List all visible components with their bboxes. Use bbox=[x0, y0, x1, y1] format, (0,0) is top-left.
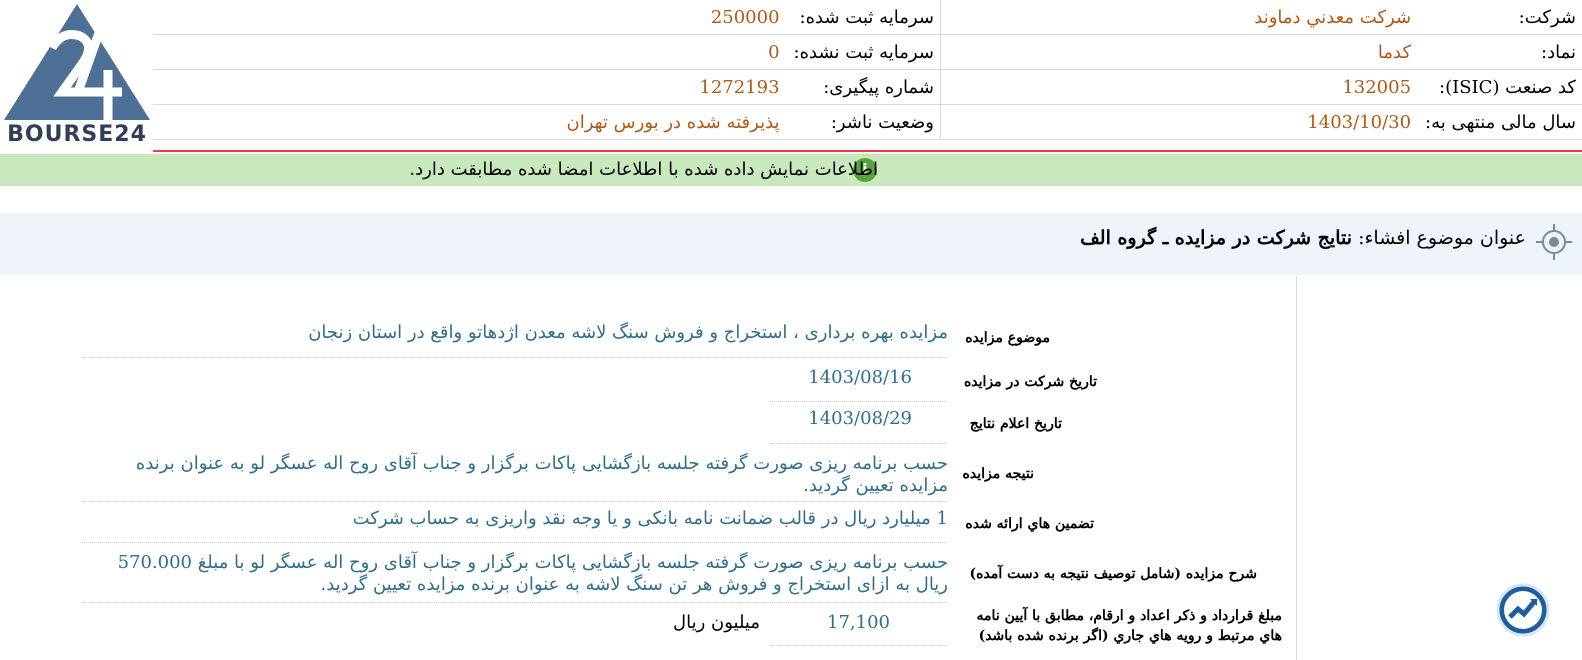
row-divider bbox=[770, 644, 947, 646]
guarantee-label: تضمین هاي ارائه شده bbox=[965, 516, 1094, 532]
company-value: شرکت معدني دماوند bbox=[939, 0, 1420, 35]
row-divider bbox=[82, 356, 947, 358]
isic-label: کد صنعت (ISIC): bbox=[1419, 69, 1582, 105]
logo-triangle-icon bbox=[4, 4, 150, 120]
row-divider bbox=[82, 500, 947, 502]
auction-result-value: حسب برنامه ریزی صورت گرفته جلسه بازگشایی… bbox=[135, 453, 948, 496]
header-divider bbox=[153, 150, 1582, 152]
symbol-value[interactable]: کدما bbox=[939, 34, 1420, 70]
company-label: شرکت: bbox=[1419, 0, 1582, 35]
disclosure-subject: عنوان موضوع افشاء: نتایج شرکت در مزایده … bbox=[1080, 227, 1526, 249]
auction-subject-value: مزایده بهره برداری ، استخراج و فروش سنگ … bbox=[308, 322, 948, 343]
verification-text: اطلاعات نمایش داده شده با اطلاعات امضا ش… bbox=[409, 159, 878, 180]
logo-text: BOURSE24 bbox=[7, 122, 147, 147]
isic-value: 132005 bbox=[939, 69, 1420, 105]
contract-amount-label: مبلغ قرارداد و ذکر اعداد و ارقام، مطابق … bbox=[976, 608, 1282, 644]
row-divider bbox=[82, 541, 947, 543]
row-divider bbox=[770, 400, 947, 402]
row-divider bbox=[82, 601, 947, 603]
verification-notice: i اطلاعات نمایش داده شده با اطلاعات امضا… bbox=[0, 154, 1582, 186]
announce-date-label: تاریخ اعلام نتایج bbox=[969, 416, 1062, 432]
guarantee-value: 1 میلیارد ریال در قالب ضمانت نامه بانکی … bbox=[352, 508, 948, 529]
fiscal-year-value: 1403/10/30 bbox=[939, 104, 1420, 140]
participation-date-value: 1403/08/16 bbox=[808, 367, 912, 388]
publisher-status-label: وضعیت ناشر: bbox=[787, 104, 941, 140]
contract-amount-value: 17,100 bbox=[827, 612, 890, 633]
announce-date-value: 1403/08/29 bbox=[808, 408, 912, 429]
auction-subject-label: موضوع مزایده bbox=[965, 330, 1050, 346]
auction-description-value: حسب برنامه ریزی صورت گرفته جلسه بازگشایی… bbox=[117, 552, 948, 595]
tracking-value: 1272193 bbox=[153, 69, 788, 105]
unregistered-capital-value: 0 bbox=[153, 34, 788, 70]
company-info-table: شرکت: شرکت معدني دماوند سرمایه ثبت شده: … bbox=[153, 0, 1582, 143]
disclosure-subject-label: عنوان موضوع افشاء: bbox=[1358, 227, 1526, 249]
disclosure-subject-bar: عنوان موضوع افشاء: نتایج شرکت در مزایده … bbox=[0, 213, 1582, 275]
capital-value: 250000 bbox=[153, 0, 788, 35]
auction-result-label: نتیجه مزایده bbox=[962, 466, 1034, 482]
target-icon bbox=[1536, 224, 1572, 260]
participation-date-label: تاریخ شرکت در مزایده bbox=[963, 374, 1097, 390]
chart-fab-button[interactable] bbox=[1496, 583, 1550, 637]
bourse24-logo[interactable]: BOURSE24 bbox=[0, 0, 155, 152]
symbol-label: نماد: bbox=[1419, 34, 1582, 70]
fiscal-year-label: سال مالی منتهی به: bbox=[1419, 104, 1582, 140]
auction-description-label: شرح مزایده (شامل توصیف نتیجه به دست آمده… bbox=[969, 566, 1257, 582]
contract-amount-unit: میلیون ریال bbox=[673, 612, 760, 633]
publisher-status-value: پذیرفته شده در بورس تهران bbox=[153, 104, 788, 140]
unregistered-capital-label: سرمایه ثبت نشده: bbox=[787, 34, 941, 70]
disclosure-subject-title: نتایج شرکت در مزایده ـ گروه الف bbox=[1080, 227, 1353, 249]
row-divider bbox=[770, 442, 947, 444]
tracking-label: شماره پیگیری: bbox=[787, 69, 941, 105]
content-divider bbox=[1296, 276, 1297, 660]
capital-label: سرمایه ثبت شده: bbox=[787, 0, 941, 35]
